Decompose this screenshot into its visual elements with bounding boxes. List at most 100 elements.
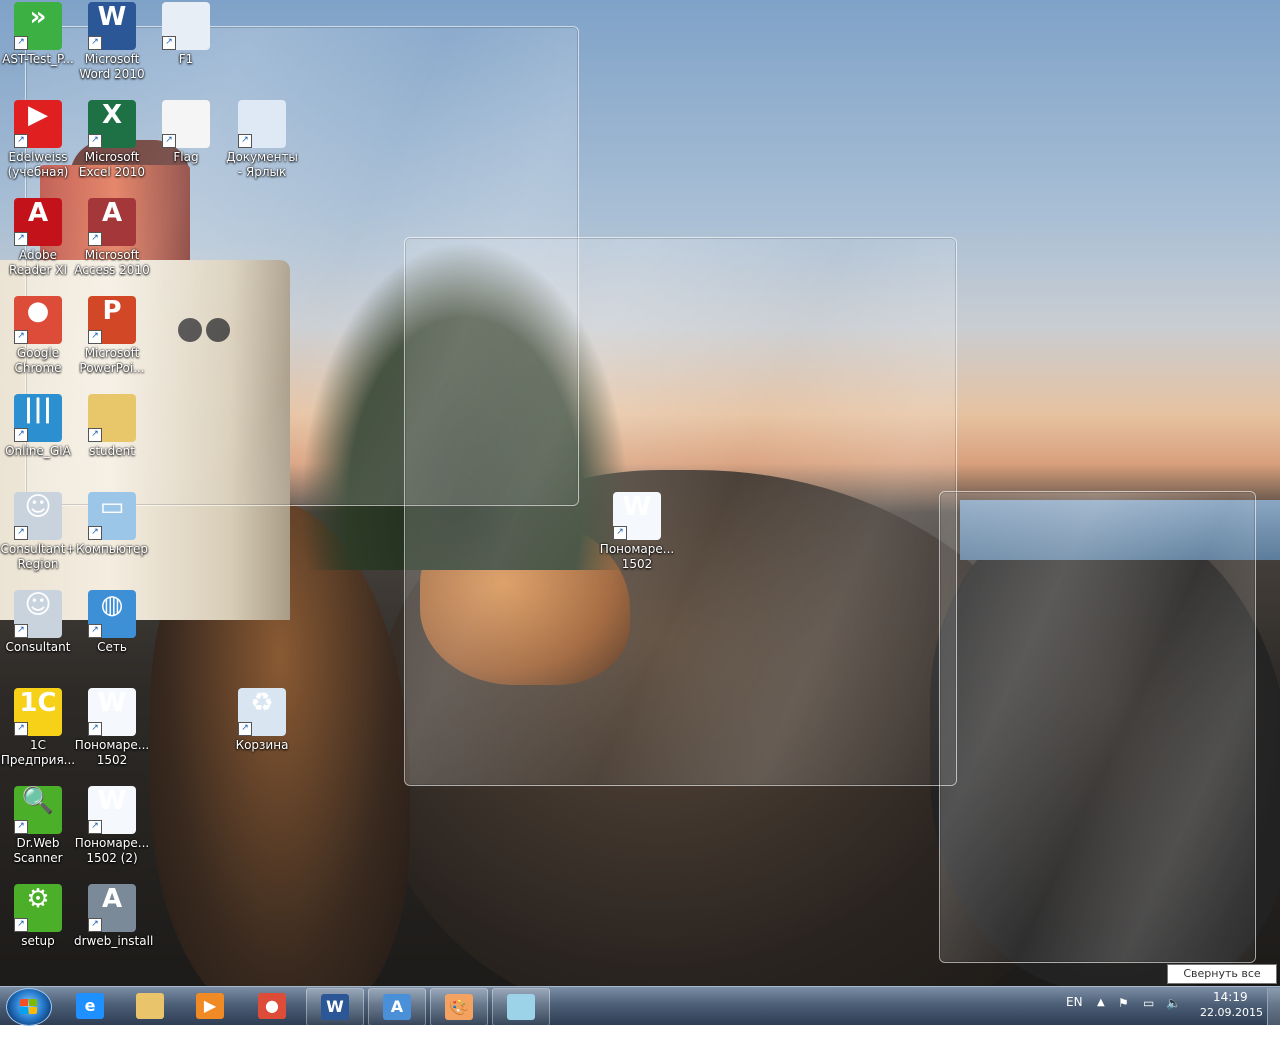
shortcut-arrow-icon: ↗ xyxy=(88,232,102,246)
desktop-icon[interactable]: ▶ ↗ Edelweiss (учебная) xyxy=(0,100,76,180)
desktop-icon-label: Компьютер xyxy=(76,542,148,556)
icon-glyph: ▶ xyxy=(28,100,48,130)
1c-icon: 1С ↗ xyxy=(14,688,62,736)
taskbar-button-paint[interactable]: 🎨 xyxy=(430,988,488,1026)
word-document-icon: W ↗ xyxy=(88,688,136,736)
desktop-icon[interactable]: X ↗ Microsoft Excel 2010 xyxy=(74,100,150,180)
icon-glyph: A xyxy=(101,198,123,228)
desktop-icon[interactable]: ● ↗ Google Chrome xyxy=(0,296,76,376)
shortcut-arrow-icon: ↗ xyxy=(88,428,102,442)
taskbar-icon-glyph: e xyxy=(84,996,96,1015)
icon-glyph: W xyxy=(97,786,127,816)
shortcut-arrow-icon: ↗ xyxy=(14,722,28,736)
taskbar-button-sticky-notes[interactable] xyxy=(492,988,550,1026)
volume-icon[interactable]: 🔈 xyxy=(1166,996,1181,1034)
window-preview xyxy=(404,237,957,786)
shortcut-arrow-icon: ↗ xyxy=(613,526,627,540)
clock-date[interactable]: 22.09.2015 xyxy=(1200,1006,1263,1044)
desktop-icon[interactable]: » ↗ AST-Test_P... xyxy=(0,2,76,67)
recycle-bin-icon: ♻ ↗ xyxy=(238,688,286,736)
taskbar-button-wordpad[interactable]: A xyxy=(368,988,426,1026)
desktop-icon[interactable]: ◍ ↗ Сеть xyxy=(74,590,150,655)
access-icon: A ↗ xyxy=(88,198,136,246)
desktop-icon[interactable]: ↗ F1 xyxy=(148,2,224,67)
computer-icon: ▭ ↗ xyxy=(88,492,136,540)
taskbar-icon-glyph: ▶ xyxy=(203,996,217,1015)
show-desktop-button[interactable] xyxy=(1267,988,1280,1025)
shortcut-arrow-icon: ↗ xyxy=(88,722,102,736)
taskbar-button-microsoft-word[interactable]: W xyxy=(306,988,364,1026)
shortcut-arrow-icon: ↗ xyxy=(14,134,28,148)
desktop-icon-label: F1 xyxy=(178,52,194,66)
desktop-icon[interactable]: ▭ ↗ Компьютер xyxy=(74,492,150,557)
desktop-icon[interactable]: W ↗ Пономаре... 1502 (2) xyxy=(74,786,150,866)
drweb-install-icon: A ↗ xyxy=(88,884,136,932)
shortcut-arrow-icon: ↗ xyxy=(88,330,102,344)
desktop-icon-label: Документы - Ярлык xyxy=(226,150,298,179)
desktop-icon[interactable]: ☺ ↗ Consultant xyxy=(0,590,76,655)
wordpad-icon: A xyxy=(383,994,411,1020)
shortcut-arrow-icon: ↗ xyxy=(14,428,28,442)
window-preview xyxy=(939,491,1256,963)
taskbar-button-google-chrome[interactable]: ● xyxy=(244,988,300,1024)
desktop-icon-label: AST-Test_P... xyxy=(2,52,74,66)
desktop-icon[interactable]: ⚙ ↗ setup xyxy=(0,884,76,949)
network-icon: ◍ ↗ xyxy=(88,590,136,638)
taskbar-button-media-player[interactable]: ▶ xyxy=(182,988,238,1024)
paint-icon: 🎨 xyxy=(445,994,473,1020)
action-center-flag-icon[interactable]: ⚑ xyxy=(1118,996,1129,1034)
notepad-icon xyxy=(507,994,535,1020)
shortcut-arrow-icon: ↗ xyxy=(14,918,28,932)
icon-glyph: P xyxy=(102,296,122,326)
shortcut-arrow-icon: ↗ xyxy=(88,134,102,148)
taskbar-icon-glyph: A xyxy=(390,997,404,1016)
shortcut-arrow-icon: ↗ xyxy=(238,722,252,736)
icon-glyph: 🔍 xyxy=(21,786,55,816)
shortcut-arrow-icon: ↗ xyxy=(88,624,102,638)
icon-glyph: ☺ xyxy=(24,590,52,620)
show-hidden-icons-icon[interactable]: ▲ xyxy=(1097,997,1105,1035)
taskbar: e ▶ ● W A 🎨 EN ▲ ⚑ ▭ 🔈 14:19 22.09.2015 xyxy=(0,986,1280,1026)
shortcut-arrow-icon: ↗ xyxy=(238,134,252,148)
desktop-icon[interactable]: W ↗ Пономаре... 1502 xyxy=(599,492,675,572)
desktop-icon[interactable]: W ↗ Microsoft Word 2010 xyxy=(74,2,150,82)
desktop-icon-label: Adobe Reader XI xyxy=(8,248,68,277)
desktop-icon[interactable]: A ↗ Microsoft Access 2010 xyxy=(74,198,150,278)
desktop-icon[interactable]: A ↗ drweb_install xyxy=(74,884,153,949)
icon-glyph: ● xyxy=(26,296,50,326)
icon-glyph: W xyxy=(97,2,127,32)
desktop-icon[interactable]: P ↗ Microsoft PowerPoi... xyxy=(74,296,150,376)
desktop-icon[interactable]: 1С ↗ 1С Предприя... xyxy=(0,688,76,768)
icon-glyph: » xyxy=(29,2,47,32)
start-button[interactable] xyxy=(6,988,52,1026)
documents-icon: ↗ xyxy=(238,100,286,148)
desktop-icon[interactable]: 🔍 ↗ Dr.Web Scanner xyxy=(0,786,76,866)
desktop-icon-label: Flag xyxy=(173,150,199,164)
taskbar-button-internet-explorer[interactable]: e xyxy=(62,988,118,1024)
chrome-icon: ● ↗ xyxy=(14,296,62,344)
icon-glyph: W xyxy=(622,492,652,522)
shortcut-arrow-icon: ↗ xyxy=(14,624,28,638)
user-folder-icon: ↗ xyxy=(88,394,136,442)
desktop-icon[interactable]: ☺ ↗ Consultant+ Region xyxy=(0,492,76,572)
desktop-icon[interactable]: ♻ ↗ Корзина xyxy=(224,688,300,753)
desktop-icon-label: setup xyxy=(21,934,55,948)
icon-glyph: A xyxy=(101,884,123,914)
desktop-icon[interactable]: ↗ Документы - Ярлык xyxy=(224,100,300,180)
desktop-icon[interactable]: A ↗ Adobe Reader XI xyxy=(0,198,76,278)
ast-test-icon: » ↗ xyxy=(14,2,62,50)
desktop-icon[interactable]: ||| ↗ Online_GIA xyxy=(0,394,76,459)
desktop-icon-label: Пономаре... 1502 (2) xyxy=(74,836,150,865)
language-indicator[interactable]: EN xyxy=(1066,995,1083,1033)
taskbar-button-windows-explorer[interactable] xyxy=(122,988,178,1024)
setup-icon: ⚙ ↗ xyxy=(14,884,62,932)
shortcut-arrow-icon: ↗ xyxy=(88,820,102,834)
desktop-icon-label: Dr.Web Scanner xyxy=(13,836,63,865)
document-icon: ↗ xyxy=(162,2,210,50)
desktop-icon[interactable]: ↗ Flag xyxy=(148,100,224,165)
powerpoint-icon: P ↗ xyxy=(88,296,136,344)
desktop-icon[interactable]: W ↗ Пономаре... 1502 xyxy=(74,688,150,768)
network-tray-icon[interactable]: ▭ xyxy=(1143,996,1154,1034)
media-player-icon: ▶ xyxy=(196,993,224,1019)
desktop-icon[interactable]: ↗ student xyxy=(74,394,150,459)
